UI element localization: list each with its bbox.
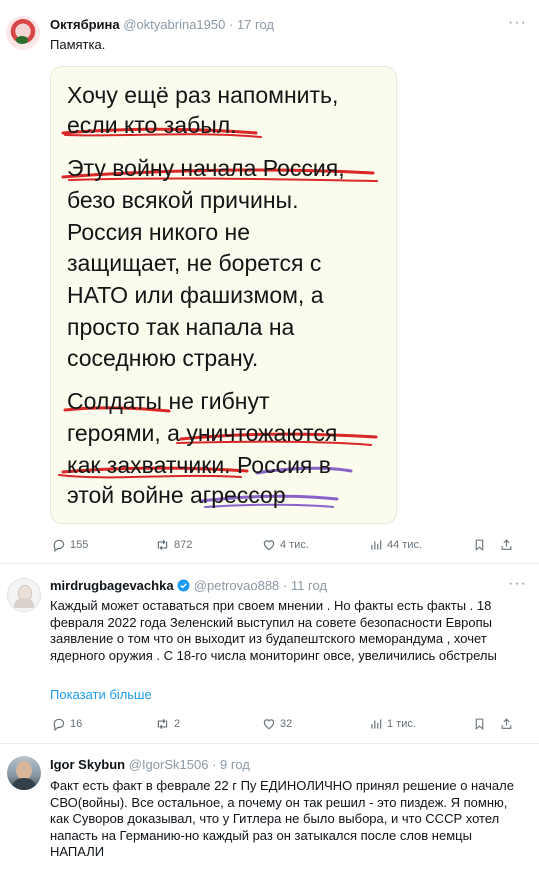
reply-icon: [53, 539, 65, 552]
bookmark-icon: [475, 539, 484, 552]
more-icon[interactable]: ···: [508, 14, 527, 32]
share-icon: [501, 539, 512, 550]
image-text-line: безо всякой причины.: [67, 187, 299, 213]
author-handle[interactable]: @oktyabrina1950: [123, 17, 225, 32]
author-handle[interactable]: @IgorSk1506: [129, 757, 209, 772]
image-text-line: этой войне агрессор: [67, 482, 286, 508]
post-text: Факт есть факт в феврале 22 г Пу ЕДИНОЛИ…: [50, 778, 514, 859]
image-text-line: Россия никого не: [67, 219, 251, 245]
image-text-line: Хочу ещё раз напомнить,: [67, 82, 339, 108]
image-text-line: соседнюю страну.: [67, 345, 259, 371]
bookmark-button[interactable]: [473, 717, 486, 731]
post-image[interactable]: Хочу ещё раз напомнить, если кто забыл. …: [50, 66, 397, 524]
share-button[interactable]: [500, 717, 513, 731]
views-button[interactable]: 1 тис.: [369, 717, 416, 731]
post-header: mirdrugbagevachka @petrovao888 · 11 год: [50, 578, 327, 594]
views-button[interactable]: 44 тис.: [369, 538, 422, 552]
author-name[interactable]: mirdrugbagevachka: [50, 578, 174, 593]
reply-button[interactable]: 16: [52, 717, 82, 731]
image-text-line: защищает, не борется с: [67, 250, 322, 276]
show-more-link[interactable]: Показати більше: [50, 687, 152, 702]
reply-count: 155: [70, 539, 89, 551]
views-icon: [371, 719, 382, 729]
separator-dot: ·: [228, 17, 234, 32]
image-text-line: НАТО или фашизмом, а: [67, 282, 324, 308]
bookmark-icon: [475, 718, 484, 731]
image-text-line: Эту войну начала Россия,: [67, 155, 345, 181]
post-header: Igor Skybun @IgorSk1506 · 9 год: [50, 757, 250, 773]
post-divider: [0, 743, 539, 744]
image-text-line: Солдаты не гибнут: [67, 388, 270, 414]
post-text: Каждый может оставаться при своем мнении…: [50, 598, 497, 663]
post-time[interactable]: 17 год: [237, 17, 274, 32]
image-text-line: если кто забыл.: [67, 112, 237, 138]
like-button[interactable]: 32: [262, 717, 292, 731]
avatar[interactable]: [7, 756, 41, 790]
post-header: Октябрина @oktyabrina1950 · 17 год: [50, 17, 274, 33]
avatar[interactable]: [6, 16, 40, 50]
post-divider: [0, 563, 539, 564]
action-bar: 16 2 32 1 тис.: [52, 717, 522, 735]
like-icon: [263, 540, 275, 551]
bookmark-button[interactable]: [473, 538, 486, 552]
author-handle[interactable]: @petrovao888: [194, 578, 279, 593]
reply-count: 16: [70, 718, 83, 730]
image-text-line: просто так напала на: [67, 314, 295, 340]
author-name[interactable]: Igor Skybun: [50, 757, 125, 772]
repost-icon: [157, 718, 168, 730]
post-time[interactable]: 11 год: [291, 578, 327, 593]
views-count: 44 тис.: [387, 539, 423, 551]
post-text: Памятка.: [50, 37, 106, 52]
image-text-line: как захватчики. Россия в: [67, 452, 331, 478]
avatar[interactable]: [7, 578, 41, 612]
image-text-line: героями, а уничтожаются: [67, 420, 338, 446]
separator-dot: ·: [212, 757, 217, 772]
repost-count: 872: [174, 539, 193, 551]
post-time[interactable]: 9 год: [220, 757, 250, 772]
like-count: 4 тис.: [280, 539, 309, 551]
views-icon: [371, 540, 382, 550]
repost-count: 2: [174, 718, 181, 730]
more-icon[interactable]: ···: [508, 575, 527, 593]
repost-icon: [157, 539, 168, 551]
like-button[interactable]: 4 тис.: [262, 538, 309, 552]
like-icon: [263, 719, 275, 730]
share-button[interactable]: [500, 538, 513, 552]
verified-icon: [177, 579, 190, 592]
share-icon: [501, 718, 512, 729]
like-count: 32: [280, 718, 293, 730]
views-count: 1 тис.: [387, 718, 416, 730]
author-name[interactable]: Октябрина: [50, 17, 120, 32]
reply-button[interactable]: 155: [52, 538, 88, 552]
separator-dot: ·: [282, 578, 288, 593]
repost-button[interactable]: 872: [155, 538, 192, 552]
repost-button[interactable]: 2: [155, 717, 180, 731]
action-bar: 155 872 4 тис. 44 тис.: [52, 538, 522, 556]
reply-icon: [53, 718, 65, 731]
